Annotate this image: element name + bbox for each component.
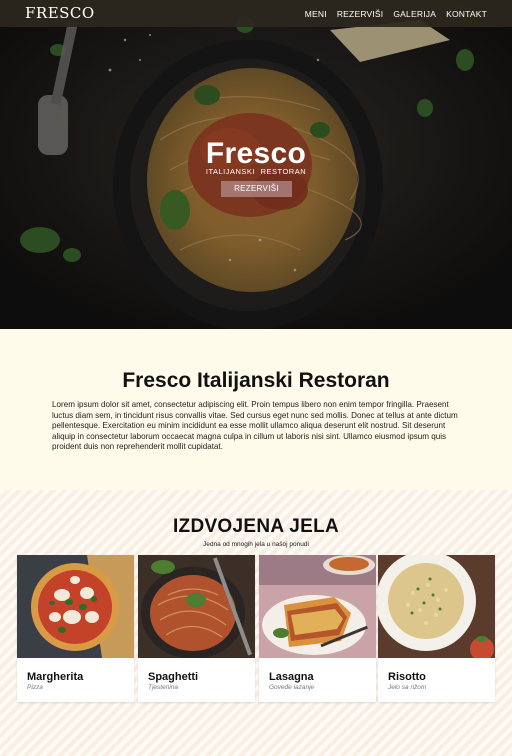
reserve-button[interactable]: REZERVIŠI [221,181,292,197]
hero-subtitle: ITALIJANSKI RESTORAN [205,167,307,176]
hero-title: Fresco [205,137,307,170]
dish-description: Jelo sa rižom [388,684,427,691]
lasagna-photo [259,555,376,658]
featured-heading: IZDVOJENA JELA [172,516,340,537]
pizza-photo [17,555,134,658]
nav-item-kontakt[interactable]: KONTAKT [446,9,487,19]
logo[interactable]: FRESCO [25,4,95,22]
dish-name: Risotto [388,671,426,683]
featured-subtitle: Jedna od mnogih jela u našoj ponudi [203,541,309,548]
dish-card-lasagna[interactable]: Lasagna Goveđe lazanje [259,555,376,702]
dish-card-spaghetti[interactable]: Spaghetti Tjestenina [138,555,255,702]
dish-card-risotto[interactable]: Risotto Jelo sa rižom [378,555,495,702]
spaghetti-photo [138,555,255,658]
dish-name: Lasagna [269,671,314,683]
dish-description: Tjestenina [148,684,178,691]
dish-name: Spaghetti [148,671,199,683]
featured-section: IZDVOJENA JELA Jedna od mnogih jela u na… [0,490,512,756]
hero-section: Fresco ITALIJANSKI RESTORAN REZERVIŠI [0,0,512,329]
risotto-photo [378,555,495,658]
nav-item-galerija[interactable]: GALERIJA [393,9,436,19]
nav-menu: MENI REZERVIŠI GALERIJA KONTAKT [305,9,487,19]
dish-description: Goveđe lazanje [269,684,315,691]
nav-item-meni[interactable]: MENI [305,9,327,19]
nav-item-rezervisi[interactable]: REZERVIŠI [337,9,384,19]
dish-description: Pizza [27,684,43,691]
about-text: Lorem ipsum dolor sit amet, consectetur … [52,400,458,452]
about-section: Fresco Italijanski Restoran Lorem ipsum … [0,329,512,490]
dish-name: Margherita [27,671,84,683]
top-navigation: FRESCO MENI REZERVIŠI GALERIJA KONTAKT [0,0,512,27]
about-heading: Fresco Italijanski Restoran [122,369,390,392]
dish-card-margherita[interactable]: Margherita Pizza [17,555,134,702]
